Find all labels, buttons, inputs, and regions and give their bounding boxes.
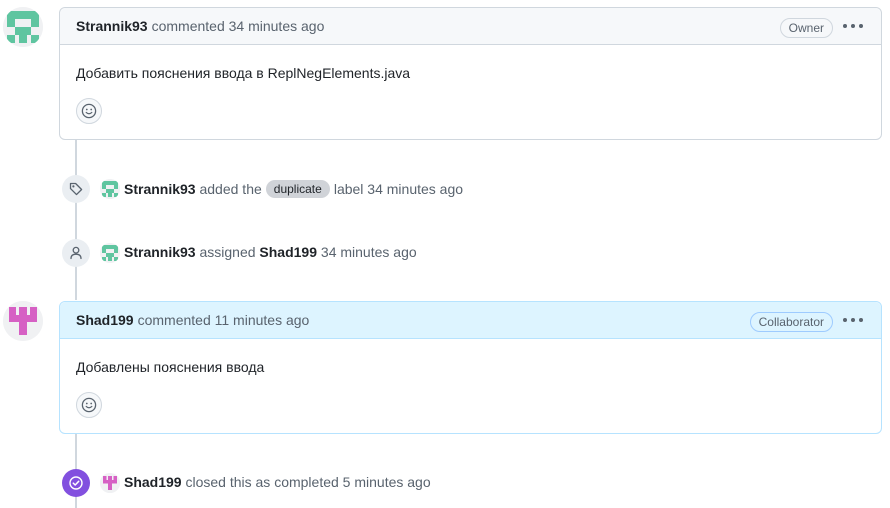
role-badge: Collaborator — [749, 312, 833, 332]
event-assign-text: Strannik93 assigned Shad199 34 minutes a… — [124, 244, 417, 260]
comment-author[interactable]: Strannik93 — [76, 18, 148, 34]
timeline-event-label: Strannik93 added the duplicate label 34 … — [62, 175, 463, 203]
event-suffix[interactable]: label 34 minutes ago — [334, 181, 463, 197]
avatar-strannik93-small[interactable] — [100, 179, 120, 199]
event-action[interactable]: closed this as completed 5 minutes ago — [185, 474, 430, 490]
event-actor[interactable]: Strannik93 — [124, 181, 196, 197]
kebab-horizontal-icon[interactable] — [843, 312, 863, 328]
event-assignee[interactable]: Shad199 — [259, 244, 317, 260]
tag-icon — [62, 175, 90, 203]
event-label-text: Strannik93 added the duplicate label 34 … — [124, 180, 463, 198]
smiley-icon[interactable] — [76, 98, 102, 124]
event-actor[interactable]: Strannik93 — [124, 244, 196, 260]
event-time[interactable]: 34 minutes ago — [321, 244, 417, 260]
comment-timestamp[interactable]: commented 34 minutes ago — [152, 18, 325, 34]
label-duplicate[interactable]: duplicate — [265, 180, 330, 198]
avatar-shad199[interactable] — [3, 301, 43, 341]
comment-header: Strannik93 commented 34 minutes ago Owne… — [60, 8, 881, 45]
avatar-shad199-small[interactable] — [100, 473, 120, 493]
person-icon — [62, 239, 90, 267]
timeline-event-closed: Shad199 closed this as completed 5 minut… — [62, 469, 431, 497]
smiley-icon[interactable] — [76, 392, 102, 418]
comment-body: Добавлены пояснения ввода — [76, 359, 265, 375]
event-closed-text: Shad199 closed this as completed 5 minut… — [124, 474, 431, 490]
kebab-horizontal-icon[interactable] — [843, 18, 863, 34]
comment-body: Добавить пояснения ввода в ReplNegElemen… — [76, 65, 411, 81]
event-actor[interactable]: Shad199 — [124, 474, 182, 490]
comment-card: Shad199 commented 11 minutes ago Collabo… — [59, 301, 882, 434]
timeline-event-assign: Strannik93 assigned Shad199 34 minutes a… — [62, 239, 417, 267]
avatar-strannik93[interactable] — [3, 7, 43, 47]
comment-card: Strannik93 commented 34 minutes ago Owne… — [59, 7, 882, 140]
event-action: assigned — [199, 244, 256, 260]
comment-author[interactable]: Shad199 — [76, 312, 134, 328]
timeline-line — [75, 140, 77, 300]
comment-header: Shad199 commented 11 minutes ago Collabo… — [60, 302, 881, 339]
comment-timestamp[interactable]: commented 11 minutes ago — [138, 312, 310, 328]
role-badge: Owner — [779, 18, 833, 38]
event-action: added the — [199, 181, 262, 197]
avatar-strannik93-small[interactable] — [100, 243, 120, 263]
check-circle-icon — [62, 469, 90, 497]
